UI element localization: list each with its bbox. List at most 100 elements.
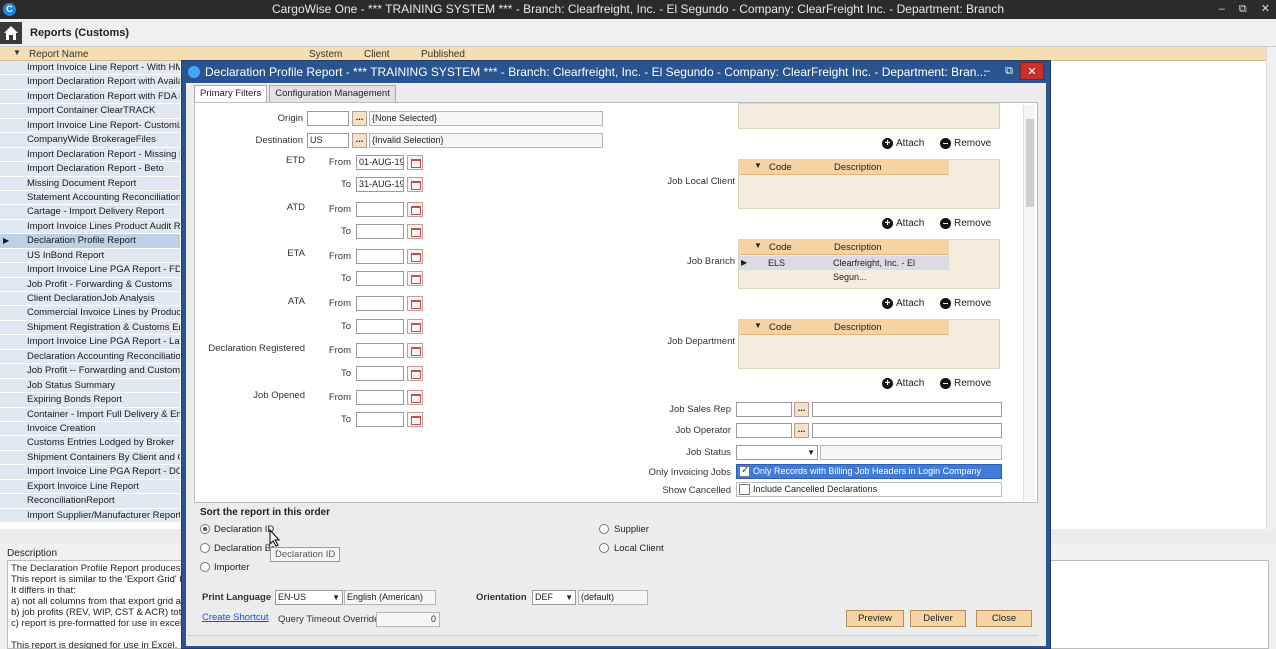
calendar-icon[interactable] [407, 202, 423, 217]
remove-button[interactable]: – Remove [940, 138, 991, 149]
deliver-button[interactable]: Deliver [910, 610, 966, 627]
sort-radio-declaration-branch[interactable] [200, 543, 210, 553]
show-cancelled-row[interactable]: Include Cancelled Declarations [736, 482, 1002, 497]
atd-from-input[interactable] [356, 202, 404, 217]
create-shortcut-link[interactable]: Create Shortcut [202, 612, 269, 623]
calendar-icon[interactable] [407, 224, 423, 239]
job-sales-rep-input[interactable] [736, 402, 792, 417]
dialog-restore-icon[interactable]: ⧉ [998, 62, 1020, 80]
dialog-minimize-icon[interactable]: – [976, 62, 998, 80]
attach-button[interactable]: + Attach [882, 138, 924, 149]
operator-lookup-button[interactable]: ... [794, 423, 809, 438]
col-report-name[interactable]: Report Name [29, 49, 88, 60]
destination-lookup-button[interactable]: ... [352, 133, 367, 148]
table-row[interactable]: ReconciliationReport [0, 494, 180, 509]
calendar-icon[interactable] [407, 343, 423, 358]
origin-input[interactable] [307, 111, 349, 126]
tab-configuration-management[interactable]: Configuration Management [269, 85, 396, 102]
col-client[interactable]: Client [364, 49, 390, 60]
table-row[interactable]: Import Declaration Report - Missing D [0, 147, 180, 163]
close-button[interactable]: Close [976, 610, 1032, 627]
scrollbar-thumb[interactable] [1026, 119, 1034, 207]
table-row[interactable]: Import Invoice Lines Product Audit Re [0, 219, 180, 235]
remove-button[interactable]: – Remove [940, 218, 991, 229]
eta-from-input[interactable] [356, 249, 404, 264]
table-row[interactable]: Container - Import Full Delivery & Em [0, 407, 180, 422]
query-timeout-input[interactable]: 0 [376, 612, 440, 627]
sort-radio-local-client[interactable] [599, 543, 609, 553]
sort-radio-importer[interactable] [200, 562, 210, 572]
job-operator-input[interactable] [736, 423, 792, 438]
table-row[interactable]: Shipment Containers By Client and Ca [0, 450, 180, 466]
calendar-icon[interactable] [407, 271, 423, 286]
table-row[interactable]: Commercial Invoice Lines by Product [0, 306, 180, 321]
table-row[interactable]: Export Invoice Line Report [0, 479, 180, 495]
table-row[interactable]: Job Profit - Forwarding & Customs [0, 277, 180, 292]
calendar-icon[interactable] [407, 319, 423, 334]
tab-primary-filters[interactable]: Primary Filters [194, 85, 268, 102]
sales-rep-lookup-button[interactable]: ... [794, 402, 809, 417]
atd-to-input[interactable] [356, 224, 404, 239]
calendar-icon[interactable] [407, 296, 423, 311]
table-row[interactable]: Missing Document Report [0, 176, 180, 191]
table-row[interactable]: Job Profit -- Forwarding and Customs [0, 364, 180, 379]
table-row[interactable]: Job Status Summary [0, 378, 180, 394]
etd-to-input[interactable]: 31-AUG-19 [356, 177, 404, 192]
dialog-scrollbar[interactable] [188, 635, 1038, 645]
grid-scrollbar[interactable] [1266, 47, 1276, 529]
chevron-down-icon[interactable]: ▼ [754, 241, 762, 250]
remove-button[interactable]: – Remove [940, 298, 991, 309]
chevron-down-icon[interactable]: ▼ [754, 161, 762, 170]
calendar-icon[interactable] [407, 249, 423, 264]
minimize-icon[interactable]: – [1219, 0, 1225, 19]
table-row[interactable]: Expiring Bonds Report [0, 393, 180, 408]
destination-input[interactable]: US [307, 133, 349, 148]
table-row[interactable]: Shipment Registration & Customs Ent [0, 320, 180, 336]
job-status-select[interactable]: ▼ [736, 445, 818, 460]
table-row[interactable]: Import Supplier/Manufacturer Report [0, 508, 180, 523]
table-row[interactable]: Declaration Accounting Reconciliation [0, 349, 180, 365]
table-row[interactable]: Import Invoice Line Report - With HM [0, 61, 180, 76]
table-row[interactable]: Import Invoice Line PGA Report - FDA [0, 263, 180, 278]
table-row[interactable]: Import Invoice Line PGA Report - DOT [0, 465, 180, 480]
decl-reg-to-input[interactable] [356, 366, 404, 381]
eta-to-input[interactable] [356, 271, 404, 286]
job-opened-from-input[interactable] [356, 390, 404, 405]
table-row[interactable]: ▶ ELS Clearfreight, Inc. - El Segun... [739, 256, 949, 282]
filters-scrollbar[interactable] [1023, 105, 1035, 501]
origin-lookup-button[interactable]: ... [352, 111, 367, 126]
table-row[interactable]: Import Invoice Line PGA Report - Lac [0, 335, 180, 350]
table-row[interactable]: US InBond Report [0, 248, 180, 264]
only-invoicing-row[interactable]: Only Records with Billing Job Headers in… [736, 464, 1002, 479]
dialog-close-icon[interactable]: ✕ [1020, 62, 1044, 80]
calendar-icon[interactable] [407, 366, 423, 381]
job-opened-to-input[interactable] [356, 412, 404, 427]
sort-arrow-icon[interactable]: ▼ [13, 48, 21, 57]
ata-to-input[interactable] [356, 319, 404, 334]
sort-radio-supplier[interactable] [599, 524, 609, 534]
table-row[interactable]: Client DeclarationJob Analysis [0, 292, 180, 307]
col-published[interactable]: Published [421, 49, 465, 60]
dialog-titlebar[interactable]: Declaration Profile Report - *** TRAININ… [182, 61, 1050, 83]
attach-button[interactable]: + Attach [882, 378, 924, 389]
chevron-down-icon[interactable]: ▼ [754, 321, 762, 330]
preview-button[interactable]: Preview [846, 610, 904, 627]
calendar-icon[interactable] [407, 177, 423, 192]
table-row[interactable]: ▶ Declaration Profile Report [0, 234, 180, 249]
table-row[interactable]: CompanyWide BrokerageFiles [0, 133, 180, 148]
table-row[interactable]: Import Declaration Report - Beto [0, 162, 180, 177]
table-row[interactable]: Import Invoice Line Report- Customiz [0, 118, 180, 134]
table-row[interactable]: Cartage - Import Delivery Report [0, 205, 180, 220]
etd-from-input[interactable]: 01-AUG-19 [356, 155, 404, 170]
calendar-icon[interactable] [407, 155, 423, 170]
print-language-select[interactable]: EN-US ▼ [275, 590, 343, 605]
col-system[interactable]: System [309, 49, 342, 60]
orientation-select[interactable]: DEF ▼ [532, 590, 576, 605]
remove-button[interactable]: – Remove [940, 378, 991, 389]
calendar-icon[interactable] [407, 390, 423, 405]
calendar-icon[interactable] [407, 412, 423, 427]
attach-button[interactable]: + Attach [882, 218, 924, 229]
close-icon[interactable]: ✕ [1261, 0, 1270, 19]
sort-radio-declaration-id[interactable] [200, 524, 210, 534]
show-cancelled-checkbox[interactable] [739, 484, 750, 495]
